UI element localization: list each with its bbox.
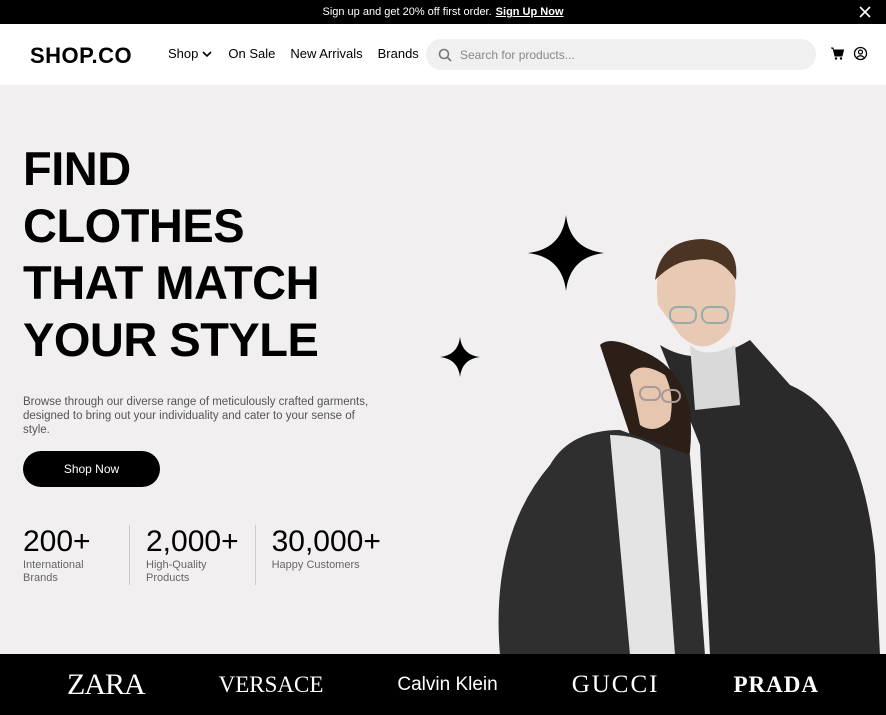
menu-item-brands[interactable]: Brands [378, 46, 419, 61]
stat-brands: 200+ International Brands [23, 525, 130, 585]
account-icon[interactable] [853, 46, 868, 61]
brand-prada[interactable]: PRADA [733, 672, 819, 698]
menu-item-shop[interactable]: Shop [168, 46, 213, 61]
brand-calvin-klein[interactable]: Calvin Klein [397, 674, 497, 696]
search-bar [426, 39, 816, 70]
menu-item-shop-label: Shop [168, 46, 199, 61]
stat-value: 200+ [23, 525, 91, 558]
hero-section: FIND CLOTHES THAT MATCH YOUR STYLE Brows… [0, 85, 886, 654]
headline-line: FIND [23, 142, 131, 195]
shop-now-button[interactable]: Shop Now [23, 451, 160, 487]
brand-zara[interactable]: ZARA [67, 668, 146, 702]
stat-products: 2,000+ High-Quality Products [146, 525, 256, 585]
close-icon[interactable] [858, 5, 872, 19]
chevron-down-icon [202, 50, 212, 57]
stat-label: Happy Customers [271, 559, 360, 571]
sparkle-small-icon [440, 337, 480, 377]
stats-row: 200+ International Brands 2,000+ High-Qu… [23, 525, 413, 585]
stat-customers: 30,000+ Happy Customers [272, 525, 397, 585]
search-icon [438, 48, 452, 62]
stat-value: 30,000+ [271, 525, 381, 558]
menu-item-new-arrivals[interactable]: New Arrivals [290, 46, 362, 61]
logo[interactable]: SHOP.CO [30, 43, 132, 69]
headline-line: CLOTHES [23, 199, 245, 252]
brand-gucci[interactable]: GUCCI [572, 671, 660, 699]
hero-headline: FIND CLOTHES THAT MATCH YOUR STYLE [23, 140, 320, 368]
header-icons [830, 46, 868, 61]
hero-models-image [498, 239, 880, 654]
sign-up-link[interactable]: Sign Up Now [496, 6, 564, 18]
brand-versace[interactable]: VERSACE [219, 672, 324, 698]
promo-bar: Sign up and get 20% off first order. Sig… [0, 0, 886, 24]
cart-icon[interactable] [830, 46, 845, 61]
stat-label: High-Quality Products [146, 559, 207, 584]
menu-item-on-sale[interactable]: On Sale [228, 46, 275, 61]
promo-text: Sign up and get 20% off first order. [322, 6, 492, 18]
brand-strip: ZARA VERSACE Calvin Klein GUCCI PRADA [0, 654, 886, 715]
stat-label: International Brands [23, 559, 84, 584]
hero-description: Browse through our diverse range of meti… [23, 396, 369, 436]
search-input[interactable] [460, 47, 790, 62]
stat-value: 2,000+ [146, 525, 239, 558]
header-nav: SHOP.CO Shop On Sale New Arrivals Brands [0, 24, 886, 85]
headline-line: THAT MATCH [23, 256, 320, 309]
main-menu: Shop On Sale New Arrivals Brands [168, 46, 419, 61]
headline-line: YOUR STYLE [23, 313, 319, 366]
